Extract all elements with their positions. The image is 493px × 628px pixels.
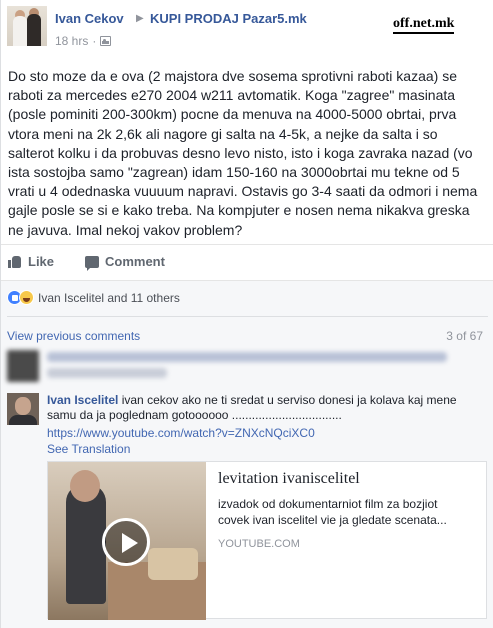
video-description: izvadok od dokumentarniot film za bozjio… <box>218 497 447 527</box>
comment-label: Comment <box>105 254 165 269</box>
reactions-summary[interactable]: Ivan Iscelitel and 11 others <box>7 290 180 305</box>
comment-body: Ivan Iscelitel ivan cekov ako ne ti sred… <box>47 393 467 423</box>
actions-divider <box>1 244 493 245</box>
see-translation-link[interactable]: See Translation <box>47 442 130 456</box>
thumbs-up-icon <box>8 255 22 268</box>
commenter-avatar[interactable] <box>7 393 39 425</box>
video-source: YOUTUBE.COM <box>218 538 300 550</box>
blurred-text-line <box>47 368 167 378</box>
blurred-avatar <box>7 350 39 382</box>
video-thumbnail[interactable] <box>48 462 206 620</box>
like-label: Like <box>28 254 55 269</box>
comment-count: 3 of 67 <box>446 329 483 343</box>
commenter-name-link[interactable]: Ivan Iscelitel <box>47 393 118 407</box>
arrow-right-icon: ▶ <box>136 13 144 24</box>
reactions-text[interactable]: Ivan Iscelitel and 11 others <box>38 291 180 305</box>
reactions-divider <box>7 316 488 317</box>
video-title[interactable]: levitation ivaniscelitel <box>218 470 360 488</box>
group-name-link[interactable]: KUPI PRODAJ Pazar5.mk <box>150 11 307 26</box>
blurred-comment <box>7 348 447 386</box>
post-body-text: Do sto moze da e ova (2 majstora dve sos… <box>8 68 478 238</box>
group-privacy-icon <box>100 36 112 46</box>
blurred-text-line <box>47 352 447 362</box>
video-link-preview[interactable]: levitation ivaniscelitel izvadok od doku… <box>47 461 487 620</box>
post-timestamp[interactable]: 18 hrs <box>55 34 88 48</box>
post-card: Ivan Cekov ▶ KUPI PRODAJ Pazar5.mk 18 hr… <box>0 0 493 628</box>
author-avatar[interactable] <box>7 6 47 46</box>
post-meta: 18 hrs · <box>55 34 112 48</box>
like-button[interactable]: Like <box>8 254 54 269</box>
watermark-logo: off.net.mk <box>393 16 455 34</box>
view-previous-comments-link[interactable]: View previous comments <box>7 329 140 343</box>
youtube-url-link[interactable]: https://www.youtube.com/watch?v=ZNXcNQci… <box>47 426 315 440</box>
haha-reaction-icon <box>19 290 34 305</box>
meta-separator: · <box>92 34 97 48</box>
author-name-link[interactable]: Ivan Cekov <box>55 11 124 26</box>
comment-bubble-icon <box>85 255 99 271</box>
play-icon[interactable] <box>102 518 150 566</box>
comment-button[interactable]: Comment <box>85 254 165 271</box>
